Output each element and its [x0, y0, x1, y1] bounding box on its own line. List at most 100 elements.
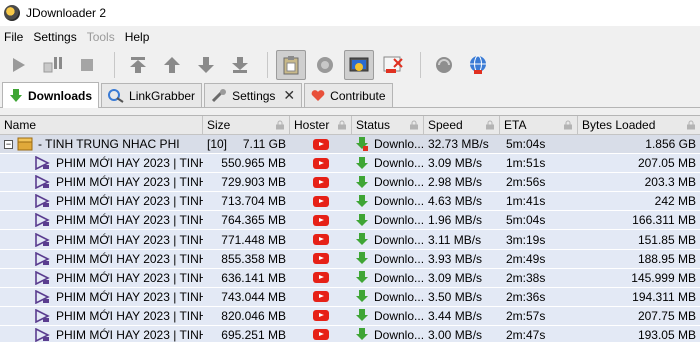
video-file-icon	[34, 156, 50, 171]
column-header-hoster[interactable]: Hoster	[290, 116, 352, 134]
file-bytes-loaded: 193.05 MB	[637, 327, 696, 342]
table-row[interactable]: PHIM MỚI HAY 2023 | TINH T... 743.044 MB D…	[0, 287, 700, 307]
file-status: Downlo...	[374, 156, 424, 171]
file-speed: 3.50 MB/s	[428, 289, 483, 304]
column-header-speed[interactable]: Speed	[424, 116, 500, 134]
downloads-table: Name Size Hoster Status Speed ETA Bytes …	[0, 115, 700, 342]
download-arrow-icon	[356, 233, 368, 246]
download-rows: PHIM MỚI HAY 2023 | TINH T... 550.965 MB D…	[0, 154, 700, 342]
toolbar-separator	[114, 52, 115, 78]
linkgrabber-icon	[108, 88, 124, 103]
menu-bar: File Settings Tools Help	[0, 26, 700, 48]
table-header: Name Size Hoster Status Speed ETA Bytes …	[0, 116, 700, 135]
package-bytes-loaded: 1.856 GB	[645, 137, 696, 152]
tab-linkgrabber[interactable]: LinkGrabber	[101, 83, 203, 107]
youtube-icon	[313, 310, 329, 322]
silent-mode-icon	[383, 56, 403, 73]
file-eta: 2m:57s	[506, 308, 546, 323]
close-icon[interactable]: ✕	[283, 87, 295, 104]
menu-help[interactable]: Help	[123, 30, 158, 44]
file-speed: 3.09 MB/s	[428, 156, 483, 171]
youtube-icon	[313, 176, 329, 188]
premium-icon	[349, 57, 369, 72]
heart-icon	[311, 89, 325, 102]
column-header-eta[interactable]: ETA	[500, 116, 578, 134]
file-eta: 2m:36s	[506, 289, 546, 304]
column-header-size[interactable]: Size	[203, 116, 290, 134]
file-speed: 3.09 MB/s	[428, 270, 483, 285]
move-to-top-button[interactable]	[123, 50, 153, 80]
tab-downloads-label: Downloads	[28, 88, 93, 103]
reconnect-button[interactable]	[310, 50, 340, 80]
clipboard-icon	[283, 56, 299, 75]
premium-button[interactable]	[344, 50, 374, 80]
table-row[interactable]: PHIM MỚI HAY 2023 | TINH T... 636.141 MB D…	[0, 268, 700, 288]
file-name: PHIM MỚI HAY 2023 | TINH T...	[56, 289, 203, 304]
file-eta: 2m:49s	[506, 251, 546, 266]
video-file-icon	[34, 213, 50, 228]
menu-file[interactable]: File	[2, 30, 31, 44]
start-downloads-button[interactable]	[4, 50, 34, 80]
stop-downloads-button[interactable]	[72, 50, 102, 80]
youtube-icon	[313, 291, 329, 303]
file-bytes-loaded: 242 MB	[654, 194, 696, 209]
network-button[interactable]	[463, 50, 493, 80]
package-eta: 5m:04s	[506, 137, 546, 152]
tab-settings[interactable]: Settings ✕	[204, 83, 303, 107]
column-header-status[interactable]: Status	[352, 116, 424, 134]
youtube-icon	[313, 272, 329, 284]
download-arrow-icon	[356, 194, 368, 208]
move-down-button[interactable]	[191, 50, 221, 80]
package-row[interactable]: − - TINH TRUNG NHAC PHI [10] 7.11 GB Dow…	[0, 135, 700, 155]
menu-settings[interactable]: Settings	[31, 30, 84, 44]
pause-downloads-button[interactable]	[38, 50, 68, 80]
collapse-toggle[interactable]: −	[4, 139, 13, 149]
youtube-icon	[313, 138, 329, 150]
download-arrow-icon	[356, 213, 368, 227]
column-header-bytes-loaded[interactable]: Bytes Loaded	[578, 116, 700, 134]
silent-mode-button[interactable]	[378, 50, 408, 80]
title-bar: JDownloader 2	[0, 0, 700, 26]
update-icon	[436, 57, 452, 73]
stop-icon	[81, 59, 93, 71]
table-row[interactable]: PHIM MỚI HAY 2023 | TINH T... 695.251 MB D…	[0, 325, 700, 342]
table-row[interactable]: PHIM MỚI HAY 2023 | TINH T... 820.046 MB D…	[0, 306, 700, 326]
table-row[interactable]: PHIM MỚI HAY 2023 | TINH T... 771.448 MB D…	[0, 230, 700, 250]
file-speed: 1.96 MB/s	[428, 213, 483, 228]
file-name: PHIM MỚI HAY 2023 | TINH T...	[56, 232, 203, 247]
file-eta: 1m:51s	[506, 156, 546, 171]
clipboard-observer-button[interactable]	[276, 50, 306, 80]
video-file-icon	[34, 194, 50, 209]
package-file-count: [10]	[207, 137, 228, 152]
table-row[interactable]: PHIM MỚI HAY 2023 | TINH T... 713.704 MB D…	[0, 192, 700, 212]
table-row[interactable]: PHIM MỚI HAY 2023 | TINH T... 550.965 MB D…	[0, 154, 700, 174]
tab-linkgrabber-label: LinkGrabber	[129, 88, 196, 103]
update-button[interactable]	[429, 50, 459, 80]
toolbar-separator	[267, 52, 268, 78]
move-up-button[interactable]	[157, 50, 187, 80]
table-row[interactable]: PHIM MỚI HAY 2023 | TINH T... 764.365 MB D…	[0, 211, 700, 231]
table-row[interactable]: PHIM MỚI HAY 2023 | TINH T... 729.903 MB D…	[0, 173, 700, 193]
column-header-name[interactable]: Name	[0, 116, 203, 134]
file-status: Downlo...	[374, 232, 424, 247]
file-name: PHIM MỚI HAY 2023 | TINH T...	[56, 175, 203, 190]
file-status: Downlo...	[374, 327, 424, 342]
file-eta: 5m:04s	[506, 213, 546, 228]
arrow-down-icon	[198, 57, 214, 73]
download-arrow-icon	[356, 309, 368, 322]
file-bytes-loaded: 207.75 MB	[637, 308, 696, 323]
move-to-bottom-button[interactable]	[225, 50, 255, 80]
video-file-icon	[34, 289, 50, 304]
file-size: 743.044 MB	[221, 289, 286, 304]
file-size: 729.903 MB	[221, 175, 286, 190]
table-row[interactable]: PHIM MỚI HAY 2023 | TINH T... 855.358 MB D…	[0, 249, 700, 269]
tab-downloads[interactable]: Downloads	[2, 82, 100, 108]
youtube-icon	[313, 195, 329, 207]
package-status: Downlo...	[374, 137, 424, 152]
main-tabs: Downloads LinkGrabber Settings ✕ Contrib…	[0, 82, 700, 108]
file-status: Downlo...	[374, 194, 424, 209]
tab-contribute[interactable]: Contribute	[304, 83, 393, 107]
youtube-icon	[313, 214, 329, 226]
file-bytes-loaded: 203.3 MB	[644, 175, 696, 190]
pause-icon	[43, 57, 62, 73]
